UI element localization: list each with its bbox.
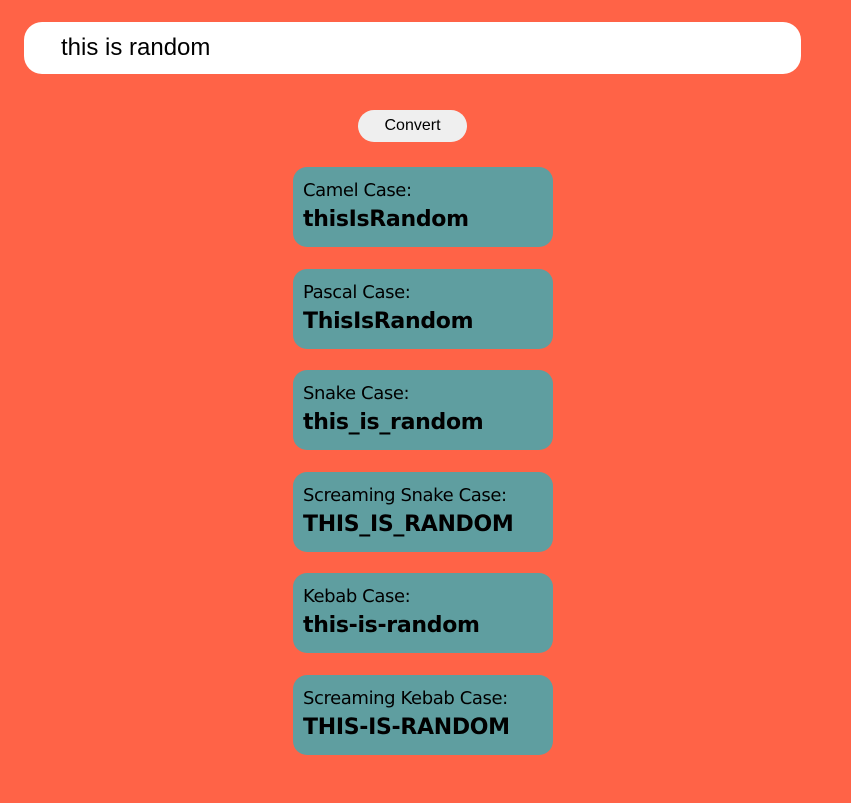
result-value: this_is_random (303, 410, 484, 435)
result-card-snake-case: Snake Case: this_is_random (293, 370, 553, 450)
result-value: THIS-IS-RANDOM (303, 714, 510, 740)
result-label: Screaming Kebab Case: (303, 687, 508, 709)
text-input[interactable] (24, 22, 801, 74)
result-card-camel-case: Camel Case: thisIsRandom (293, 167, 553, 247)
result-label: Screaming Snake Case: (303, 484, 507, 506)
result-label: Camel Case: (303, 180, 412, 201)
result-value: this-is-random (303, 613, 480, 638)
convert-button[interactable]: Convert (358, 110, 467, 142)
result-label: Pascal Case: (303, 281, 411, 303)
result-card-kebab-case: Kebab Case: this-is-random (293, 573, 553, 653)
result-value: ThisIsRandom (303, 308, 474, 334)
result-card-pascal-case: Pascal Case: ThisIsRandom (293, 268, 553, 349)
results-list: Camel Case: thisIsRandom Pascal Case: Th… (293, 167, 553, 776)
result-label: Kebab Case: (303, 586, 411, 607)
result-card-screaming-kebab-case: Screaming Kebab Case: THIS-IS-RANDOM (293, 674, 553, 755)
result-value: THIS_IS_RANDOM (303, 511, 514, 537)
result-card-screaming-snake-case: Screaming Snake Case: THIS_IS_RANDOM (293, 471, 553, 552)
result-value: thisIsRandom (303, 207, 469, 232)
result-label: Snake Case: (303, 383, 410, 404)
